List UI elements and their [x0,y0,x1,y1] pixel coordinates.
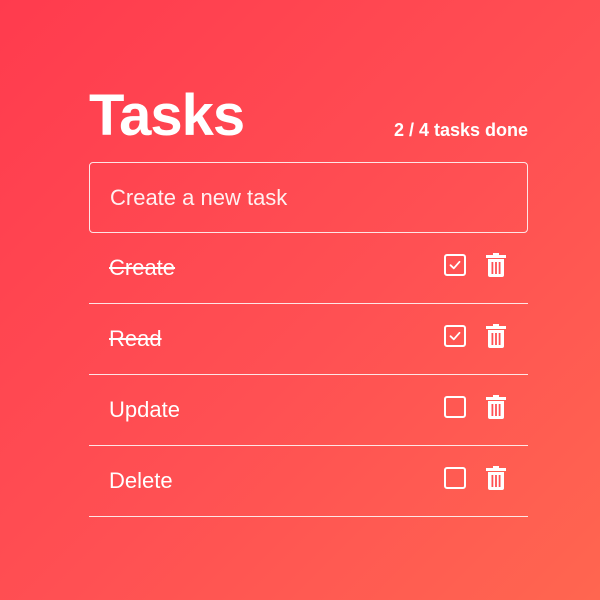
task-label: Update [109,397,180,422]
task-row-update: Update [89,375,528,446]
page-title: Tasks [89,83,245,148]
task-label: Delete [109,468,173,493]
task-checkbox[interactable] [444,467,466,489]
trash-icon[interactable] [486,324,506,348]
task-checkbox[interactable] [444,254,466,276]
task-row-create: Create [89,233,528,304]
task-app: Tasks 2 / 4 tasks done Create Read [89,84,528,517]
task-checkbox[interactable] [444,325,466,347]
checkmark-icon [449,331,461,341]
checkmark-icon [449,260,461,270]
task-row-read: Read [89,304,528,375]
trash-icon[interactable] [486,395,506,419]
header: Tasks 2 / 4 tasks done [89,84,528,162]
task-row-delete: Delete [89,446,528,517]
task-list: Create Read Update Delete [89,233,528,517]
task-label: Read [109,326,162,351]
new-task-input[interactable] [89,162,528,233]
task-label: Create [109,255,176,280]
tasks-done-counter: 2 / 4 tasks done [393,120,528,140]
trash-icon[interactable] [486,253,506,277]
trash-icon[interactable] [486,466,506,490]
task-checkbox[interactable] [444,396,466,418]
